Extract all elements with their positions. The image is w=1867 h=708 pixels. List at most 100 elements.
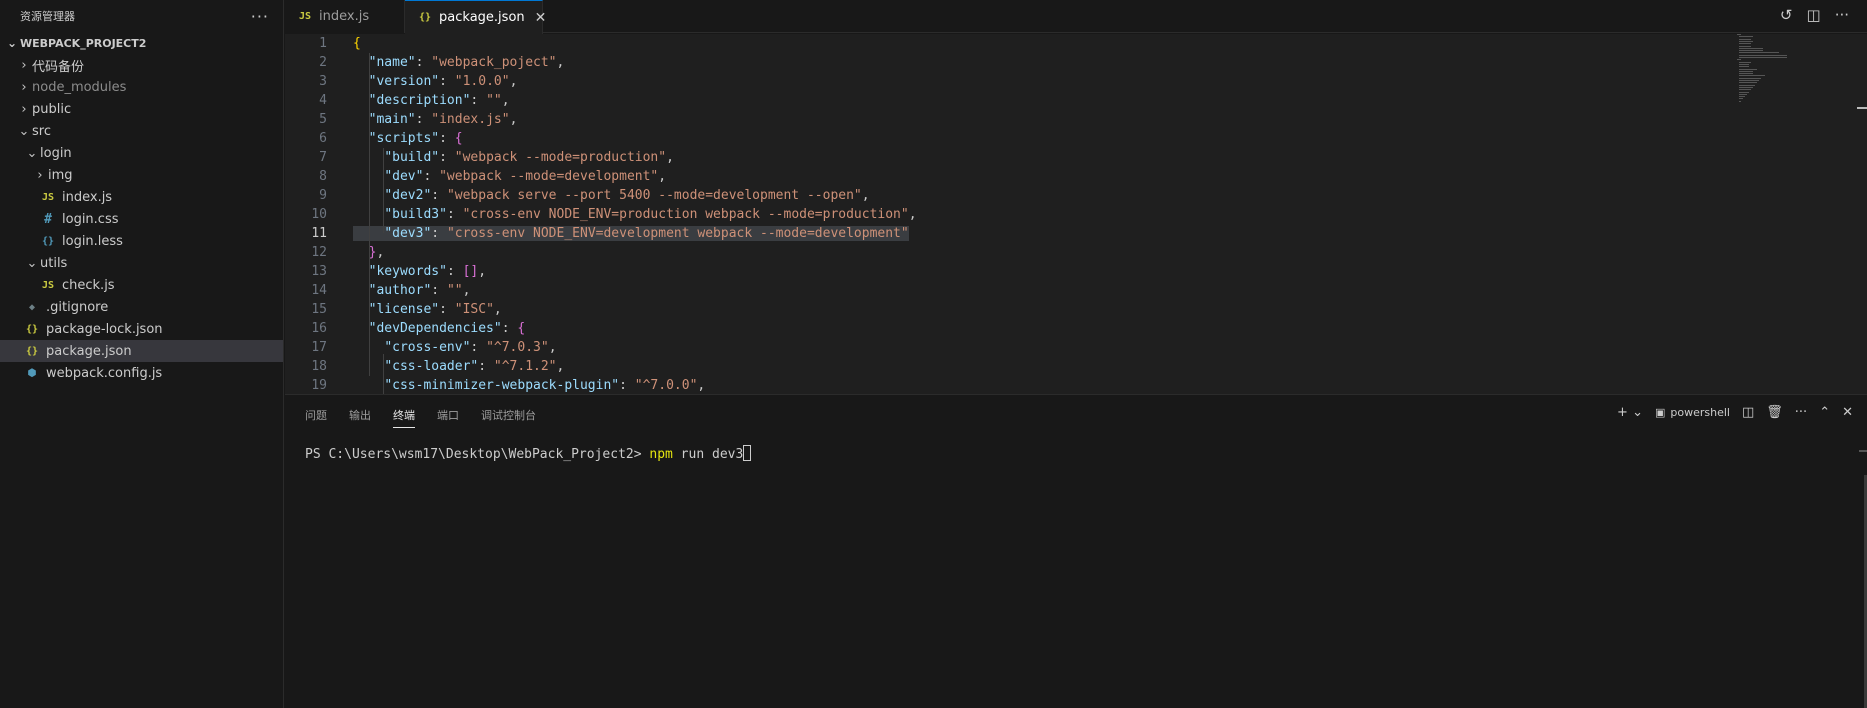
tree-item-label: package.json — [46, 343, 132, 359]
indent-guide — [369, 53, 370, 376]
terminal-cursor — [743, 445, 752, 461]
tab-ports[interactable]: 端口 — [437, 407, 459, 428]
tree-item[interactable]: JS index.js — [0, 186, 283, 208]
minimap-line — [1739, 43, 1751, 45]
chevron-down-icon: ⌄ — [26, 145, 38, 161]
code-line: 6 "scripts": { — [285, 129, 1867, 148]
split-terminal-icon[interactable]: ◫ — [1742, 405, 1754, 420]
code-line: 1{ — [285, 34, 1867, 53]
minimap-line — [1739, 98, 1743, 100]
split-editor-icon[interactable]: ◫ — [1807, 6, 1821, 24]
minimap-line — [1739, 45, 1751, 47]
code-text: "version": "1.0.0", — [368, 74, 518, 89]
code-text: "keywords": [], — [368, 264, 487, 279]
chevron-down-icon: ⌄ — [26, 255, 38, 271]
js-file-icon: JS — [41, 279, 55, 291]
editor-actions: ↺ ◫ ··· — [1780, 6, 1849, 24]
tab-problems[interactable]: 问题 — [305, 407, 327, 428]
close-icon[interactable]: ✕ — [1842, 405, 1853, 420]
line-number: 3 — [319, 74, 327, 89]
line-number: 17 — [311, 340, 327, 355]
tab-terminal[interactable]: 终端 — [393, 407, 415, 428]
more-actions-icon[interactable]: ··· — [251, 7, 269, 26]
json-file-icon: {} — [25, 323, 39, 335]
chevron-right-icon: › — [21, 101, 27, 117]
code-text: "dev": "webpack --mode=development", — [384, 169, 667, 184]
code-line: 10 "build3": "cross-env NODE_ENV=product… — [285, 205, 1867, 224]
close-icon[interactable]: ✕ — [535, 10, 547, 26]
tree-item[interactable]: ◆ .gitignore — [0, 296, 283, 318]
git-file-icon: ◆ — [28, 301, 36, 313]
minimap[interactable] — [1737, 34, 1817, 134]
maximize-panel-icon[interactable]: ⌃ — [1819, 405, 1830, 420]
terminal-args: run dev3 — [672, 447, 744, 462]
minimap-line — [1739, 68, 1757, 70]
more-actions-icon[interactable]: ··· — [1795, 405, 1807, 420]
tree-item[interactable]: {} package.json — [0, 340, 283, 362]
minimap-line — [1739, 50, 1763, 52]
tree-item[interactable]: # login.css — [0, 208, 283, 230]
line-number: 6 — [319, 131, 327, 146]
tree-item[interactable]: ⌄ src — [0, 120, 283, 142]
project-name: WEBPACK_PROJECT2 — [20, 36, 147, 50]
code-line: 4 "description": "", — [285, 91, 1867, 110]
code-line: 8 "dev": "webpack --mode=development", — [285, 167, 1867, 186]
tree-item-label: .gitignore — [46, 299, 109, 315]
code-text: "dev3": "cross-env NODE_ENV=development … — [353, 224, 909, 243]
project-root[interactable]: ⌄ WEBPACK_PROJECT2 — [0, 32, 283, 54]
tab-package-json[interactable]: {} package.json ✕ — [405, 0, 546, 34]
more-actions-icon[interactable]: ··· — [1835, 6, 1849, 24]
line-number: 15 — [311, 302, 327, 317]
tab-debug-console[interactable]: 调试控制台 — [481, 407, 536, 428]
terminal-shell-selector[interactable]: ▣ powershell — [1655, 406, 1730, 419]
tree-item[interactable]: {} login.less — [0, 230, 283, 252]
tree-item[interactable]: › node_modules — [0, 76, 283, 98]
minimap-line — [1739, 82, 1757, 84]
minimap-line — [1737, 59, 1741, 61]
json-file-icon: {} — [25, 345, 39, 357]
tree-item[interactable]: › public — [0, 98, 283, 120]
tab-index-js[interactable]: JS index.js — [285, 0, 405, 33]
minimap-line — [1739, 100, 1741, 102]
tree-item-label: login.css — [62, 211, 119, 227]
code-text: "name": "webpack_poject", — [368, 55, 565, 70]
explorer-title: 资源管理器 — [20, 10, 75, 23]
editor-tab-bar: JS index.js {} package.json ✕ ↺ ◫ ··· — [285, 0, 1867, 34]
tree-item-label: img — [48, 167, 73, 183]
new-terminal-icon[interactable]: + ⌄ — [1617, 405, 1643, 420]
minimap-line — [1739, 91, 1749, 93]
chevron-right-icon: › — [21, 57, 27, 73]
terminal-prompt: PS C:\Users\wsm17\Desktop\WebPack_Projec… — [305, 447, 650, 462]
tree-item-label: src — [32, 123, 51, 139]
line-number: 11 — [311, 226, 327, 241]
timeline-icon[interactable]: ↺ — [1780, 6, 1793, 24]
code-line: 3 "version": "1.0.0", — [285, 72, 1867, 91]
line-number: 2 — [319, 55, 327, 70]
minimap-line — [1739, 93, 1747, 95]
code-text: "css-minimizer-webpack-plugin": "^7.0.0"… — [384, 378, 706, 393]
minimap-line — [1739, 61, 1751, 63]
chevron-right-icon: › — [37, 167, 43, 183]
tree-item[interactable]: {} package-lock.json — [0, 318, 283, 340]
line-number: 5 — [319, 112, 327, 127]
line-number: 13 — [311, 264, 327, 279]
tree-item[interactable]: › 代码备份 — [0, 54, 283, 76]
code-text: "description": "", — [368, 93, 510, 108]
code-editor[interactable]: 1{ 2 "name": "webpack_poject", 3 "version"… — [285, 34, 1867, 394]
panel-tabs: 问题 输出 终端 端口 调试控制台 — [305, 407, 536, 428]
terminal-output[interactable]: PS C:\Users\wsm17\Desktop\WebPack_Projec… — [305, 445, 752, 462]
tree-item[interactable]: ⬢ webpack.config.js — [0, 362, 283, 384]
trash-icon[interactable]: 🗑 — [1766, 405, 1783, 420]
file-tree: › 代码备份 › node_modules › public ⌄ src ⌄ login › img J… — [0, 54, 283, 384]
tree-item[interactable]: ⌄ login — [0, 142, 283, 164]
tree-item[interactable]: › img — [0, 164, 283, 186]
tree-item[interactable]: JS check.js — [0, 274, 283, 296]
less-file-icon: {} — [41, 235, 55, 247]
chevron-down-icon: ⌄ — [18, 123, 30, 139]
minimap-line — [1739, 63, 1749, 65]
chevron-right-icon: › — [21, 79, 27, 95]
tree-item[interactable]: ⌄ utils — [0, 252, 283, 274]
js-file-icon: JS — [299, 11, 312, 22]
tab-output[interactable]: 输出 — [349, 407, 371, 428]
code-line: 15 "license": "ISC", — [285, 300, 1867, 319]
